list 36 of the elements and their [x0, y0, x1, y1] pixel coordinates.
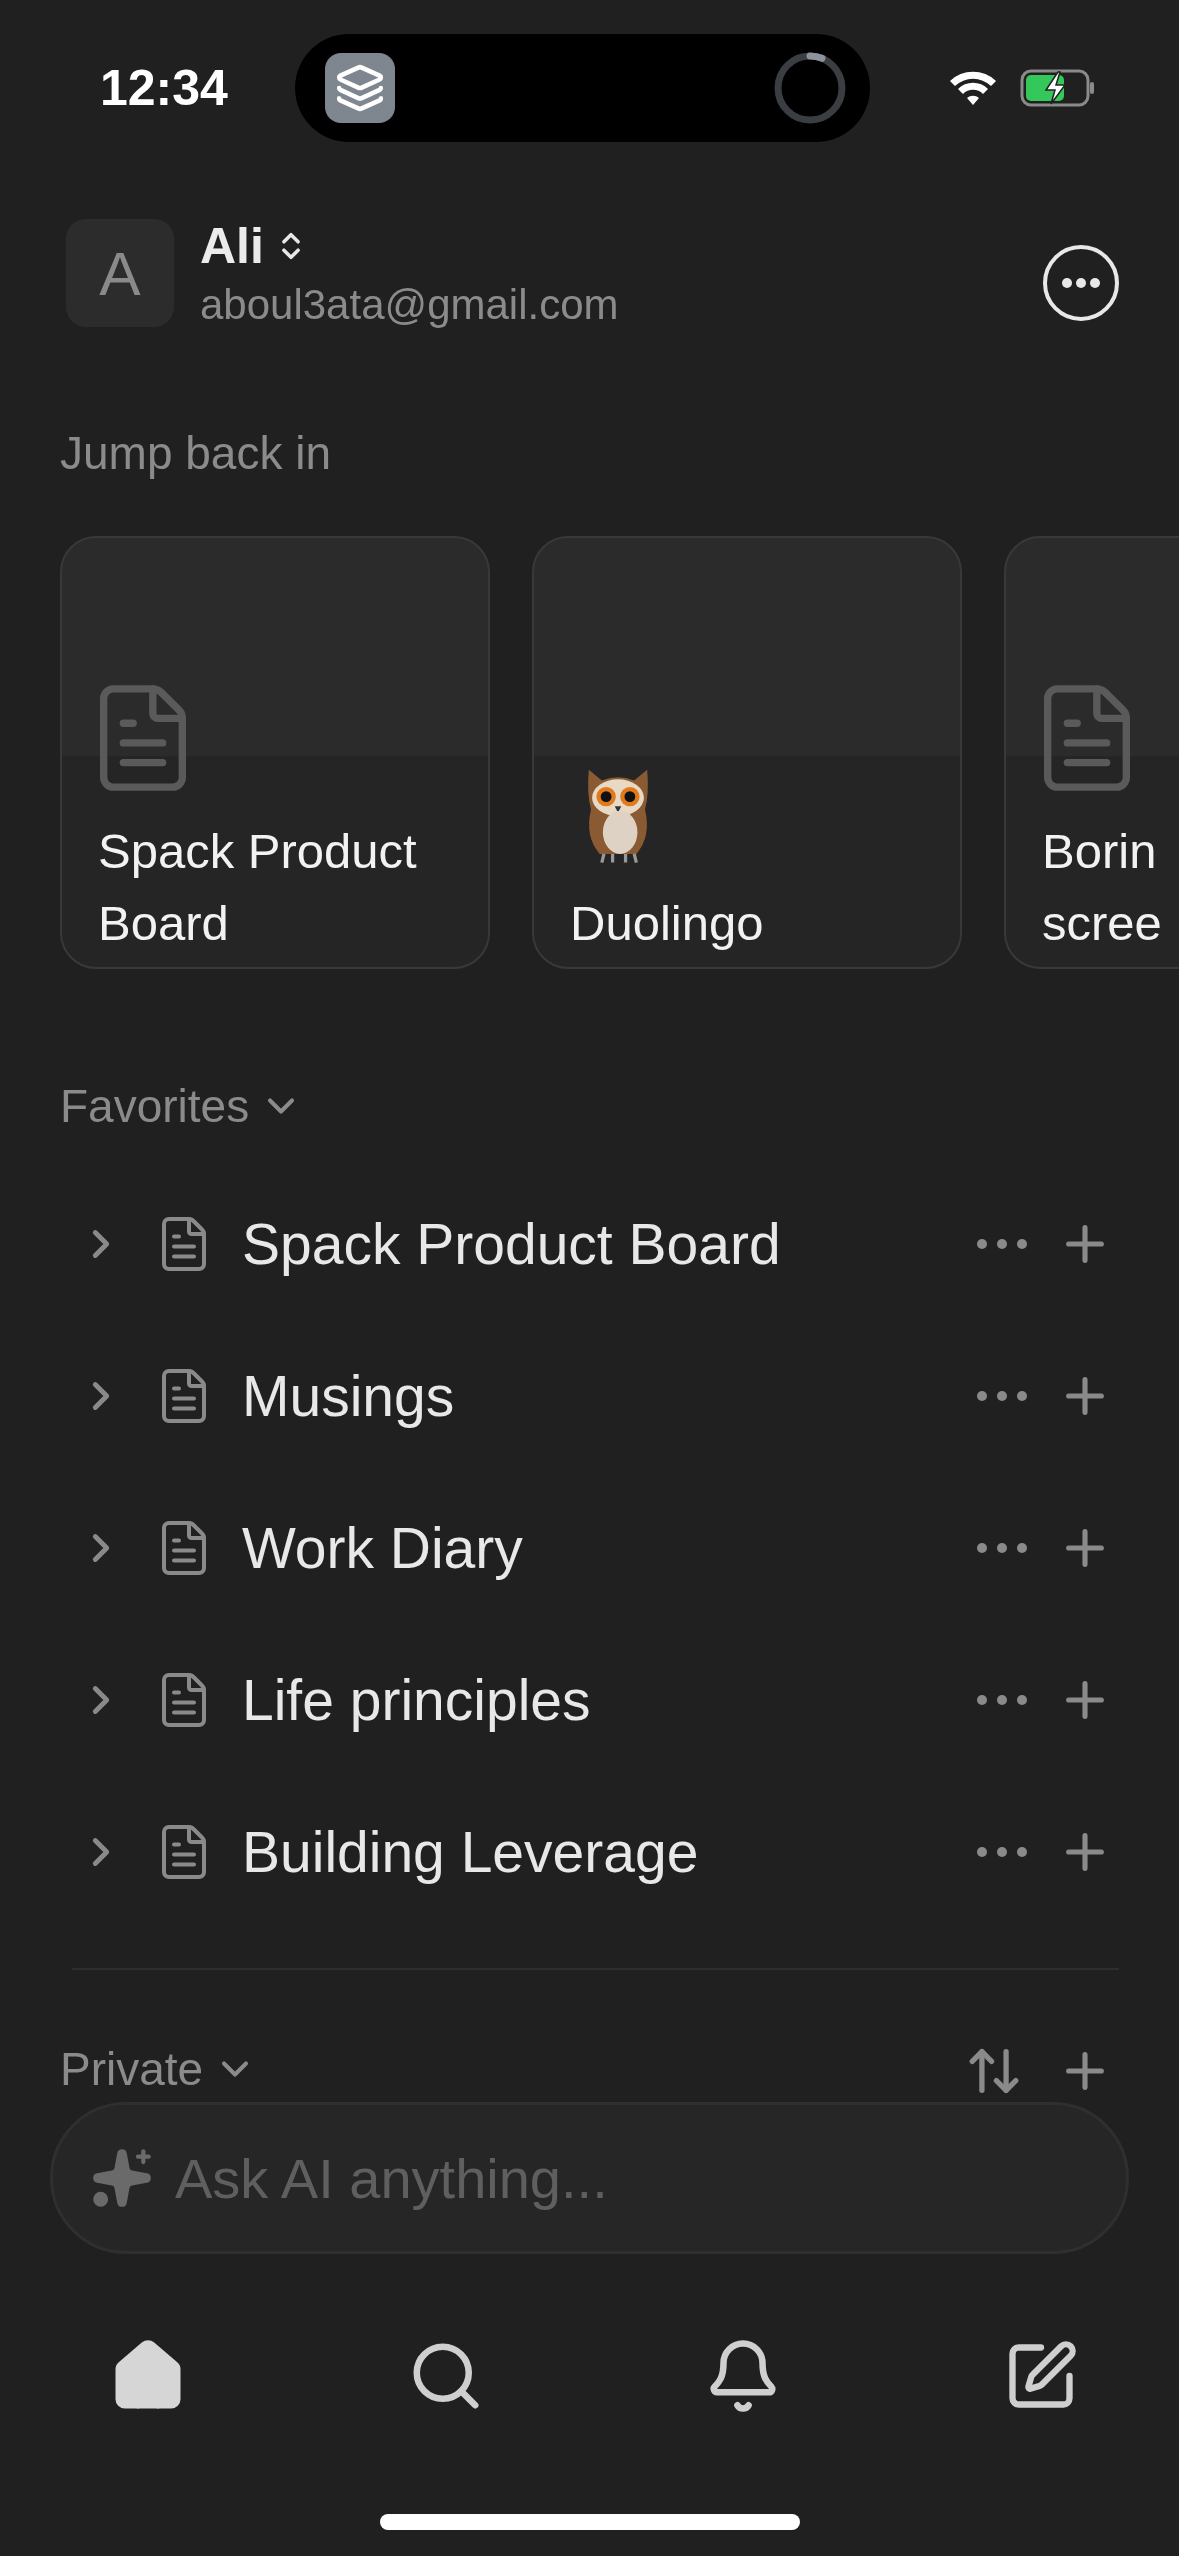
private-header[interactable]: Private: [60, 2042, 258, 2096]
more-icon: [977, 1847, 1027, 1857]
favorite-row[interactable]: Work Diary: [0, 1472, 1179, 1624]
section-title: Jump back in: [60, 427, 331, 479]
status-time: 12:34: [100, 59, 229, 117]
wifi-icon: [948, 69, 998, 107]
page-card[interactable]: Spack Product Board: [60, 536, 490, 969]
sparkle-icon: [90, 2146, 154, 2210]
battery-icon: [1020, 68, 1096, 108]
more-icon: [977, 1391, 1027, 1401]
page-title: Spack Product Board: [242, 1211, 782, 1277]
more-icon: [977, 1695, 1027, 1705]
card-title: Duolingo: [570, 895, 765, 952]
favorite-row[interactable]: Musings: [0, 1320, 1179, 1472]
page-title: Work Diary: [242, 1515, 524, 1581]
spinner-icon: [772, 50, 848, 126]
more-icon: [977, 1239, 1027, 1249]
page-title: Building Leverage: [242, 1819, 700, 1885]
page-title: Life principles: [242, 1667, 592, 1733]
ask-ai-field[interactable]: Ask AI anything...: [50, 2102, 1129, 2254]
account-email: aboul3ata@gmail.com: [200, 281, 620, 329]
favorites-header[interactable]: Favorites: [60, 1079, 304, 1133]
favorite-row[interactable]: Life principles: [0, 1624, 1179, 1776]
more-icon: [977, 1543, 1027, 1553]
favorite-row[interactable]: Building Leverage: [0, 1776, 1179, 1928]
page-card[interactable]: Borin scree: [1004, 536, 1179, 969]
card-title: Borin scree: [1042, 823, 1163, 952]
favorite-row[interactable]: Spack Product Board: [0, 1168, 1179, 1320]
account-name: Ali: [200, 217, 264, 275]
page-card[interactable]: Duolingo: [532, 536, 962, 969]
avatar: A: [66, 219, 174, 327]
more-button[interactable]: [1043, 245, 1119, 321]
more-icon: [1062, 278, 1100, 288]
layers-icon: [335, 63, 385, 113]
card-title: Spack Product Board: [98, 823, 418, 952]
page-title: Musings: [242, 1363, 456, 1429]
